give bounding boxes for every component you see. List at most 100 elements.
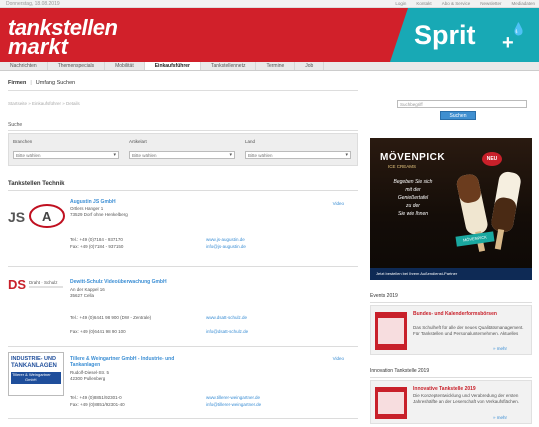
breadcrumb[interactable]: Startseite » Einkaufsführer » Details <box>8 101 80 106</box>
main-nav: Nachrichten Themenspecials Mobilität Ein… <box>0 62 539 71</box>
list-title: Tankstellen Technik <box>8 181 65 187</box>
filter-panel: Branchen Artikelart Land Bitte wählen ▾ B… <box>8 133 358 166</box>
nav-item-themenspecials[interactable]: Themenspecials <box>48 62 106 70</box>
events-card-title[interactable]: Bundes- und Kalenderformsbörsen <box>413 311 525 317</box>
filter-select-branchen-value: Bitte wählen <box>16 153 41 158</box>
events-thumbnail <box>375 312 407 350</box>
company-fax: Fax: +49 (0)6441 98 90 100 <box>70 329 126 334</box>
company-name[interactable]: Dewitt-Schulz Videoüberwachung GmbH <box>70 279 167 285</box>
subnav-firmen[interactable]: Firmen <box>8 80 26 86</box>
innovation-card-title[interactable]: Innovative Tankstelle 2019 <box>413 386 525 392</box>
company-tel: Tel.: +49 (0)8851/92301-0 <box>70 395 122 400</box>
list-item: DS Draht · Schulz Dewitt-Schulz Videoübe… <box>8 270 358 346</box>
sidebar-card-events[interactable]: Bundes- und Kalenderformsbörsen Das Schu… <box>370 305 532 355</box>
nav-item-tankstellennetz[interactable]: Tankstellennetz <box>201 62 257 70</box>
page: Donnerstag, 18.08.2019 Login Kontakt Abo… <box>0 0 539 427</box>
current-date: Donnerstag, 18.08.2019 <box>6 1 60 7</box>
company-fax: Fax: +49 (0)7184 - 937150 <box>70 244 124 249</box>
list-item: INDUSTRIE- UND TANKANLAGEN Tillerer & We… <box>8 350 358 420</box>
top-link-login[interactable]: Login <box>395 1 406 6</box>
header-banner: tankstellen markt Sprit + 💧 <box>0 8 539 62</box>
company-city: 35627 Cella <box>70 293 95 298</box>
top-link-kontakt[interactable]: Kontakt <box>416 1 431 6</box>
ad-brand: MÖVENPICK <box>380 152 446 163</box>
top-link-abo[interactable]: Abo & Service <box>442 1 471 6</box>
company-web-link[interactable]: www.dsatt-schulz.de <box>206 314 247 321</box>
filter-label-artikelart: Artikelart <box>129 139 147 144</box>
company-tel: Tel.: +49 (0)7184 - 937170 <box>70 237 123 242</box>
subnav-separator: | <box>30 80 32 86</box>
events-more-link[interactable]: » mehr <box>493 346 507 351</box>
filter-label-branchen: Branchen <box>13 139 33 144</box>
ad-tagline-1: Begeben Sie sich <box>393 179 433 185</box>
company-web-link[interactable]: www.js-augustin.de <box>206 236 245 243</box>
nav-item-termine[interactable]: Termine <box>256 62 296 70</box>
top-links: Login Kontakt Abo & Service Newsletter M… <box>395 1 535 6</box>
search-input[interactable]: Suchbegriff <box>397 100 527 108</box>
moevenpick-ad[interactable]: MÖVENPICK ICE CREAMS NEU Begeben Sie sic… <box>370 138 532 280</box>
company-logo[interactable]: DS Draht · Schulz <box>8 276 64 292</box>
top-link-mediadaten[interactable]: Mediadaten <box>511 1 535 6</box>
chevron-down-icon: ▾ <box>229 152 232 158</box>
events-card-desc: Das Schulheft für alle der neues Qualitä… <box>413 325 524 336</box>
subnav-umfang[interactable]: Umfang Suchen <box>36 80 75 86</box>
filter-select-artikelart[interactable]: Bitte wählen ▾ <box>129 151 235 159</box>
entry-divider <box>8 266 358 267</box>
ad-tagline-2: mit der <box>405 187 421 193</box>
events-thumbnail-inner <box>378 318 404 344</box>
logo-band: Tillerer & Weingartner GmbH <box>11 372 61 384</box>
filter-select-land-value: Bitte wählen <box>248 153 273 158</box>
svg-text:DS: DS <box>8 277 26 292</box>
company-mail-link[interactable]: info@tillerer-weingartner.de <box>206 401 261 408</box>
company-name[interactable]: Tillere & Weingartner GmbH - Industrie- … <box>70 356 200 368</box>
sub-nav: Firmen | Umfang Suchen <box>8 80 75 86</box>
chevron-down-icon: ▾ <box>113 152 116 158</box>
entry-divider <box>8 418 358 419</box>
logo-markt[interactable]: markt <box>8 36 68 58</box>
ice-cream-bars-icon <box>456 171 521 252</box>
logo-line-4: GmbH <box>25 377 37 382</box>
nav-item-job[interactable]: Job <box>295 62 325 70</box>
nav-item-einkaufsfuehrer[interactable]: Einkaufsführer <box>144 62 202 70</box>
ad-subbrand: ICE CREAMS <box>388 164 417 169</box>
filter-select-land[interactable]: Bitte wählen ▾ <box>245 151 351 159</box>
innovation-more-link[interactable]: » mehr <box>493 415 507 420</box>
company-name[interactable]: Augustin JS GmbH <box>70 199 116 205</box>
search-button[interactable]: Suchen <box>440 111 476 120</box>
sidebar-section-title-events: Events 2019 <box>370 293 398 299</box>
sidebar-divider <box>370 377 532 378</box>
svg-text:A: A <box>42 209 52 224</box>
svg-text:JS: JS <box>8 209 25 225</box>
nav-item-mobilitaet[interactable]: Mobilität <box>105 62 145 70</box>
company-logo[interactable]: JS A <box>8 202 66 232</box>
jsa-logo-icon: JS A <box>8 204 65 228</box>
top-bar: Donnerstag, 18.08.2019 Login Kontakt Abo… <box>0 0 539 8</box>
filter-label-land: Land <box>245 139 256 144</box>
company-logo[interactable]: INDUSTRIE- UND TANKANLAGEN Tillerer & We… <box>8 352 64 396</box>
sidebar-card-innovation[interactable]: Innovative Tankstelle 2019 Die Konzepten… <box>370 380 532 424</box>
innovation-card-desc: Die Konzeptentwicklung und Verabredung d… <box>413 393 520 404</box>
logo-line-2: TANKANLAGEN <box>11 363 57 369</box>
sidebar-divider <box>370 302 532 303</box>
ad-tagline-4: zu der <box>406 203 420 209</box>
ad-tagline-5: Sie wie Ihnen <box>397 211 429 217</box>
company-mail-link[interactable]: info@js-augustin.de <box>206 243 246 250</box>
company-web-link[interactable]: www.tillerer-weingartner.de <box>206 394 260 401</box>
list-item: JS A Augustin JS GmbH Ortlers Hanger 1 7… <box>8 196 358 266</box>
company-city: 73529 Dorf ohne Henkelberg <box>70 212 128 217</box>
video-link[interactable]: Video <box>333 356 344 361</box>
chevron-down-icon: ▾ <box>345 152 348 158</box>
nav-item-nachrichten[interactable]: Nachrichten <box>0 62 48 70</box>
filter-select-branchen[interactable]: Bitte wählen ▾ <box>13 151 119 159</box>
ad-tagline: Begeben Sie sich mit der Genießertafel z… <box>378 178 448 218</box>
sprit-logo[interactable]: Sprit <box>414 20 476 50</box>
innovation-thumbnail-inner <box>378 392 404 414</box>
list-divider <box>8 190 358 191</box>
logo-line-1: INDUSTRIE- UND <box>11 356 56 362</box>
company-fax: Fax: +49 (0)8851/92301-40 <box>70 402 125 407</box>
top-link-newsletter[interactable]: Newsletter <box>480 1 501 6</box>
ad-new-badge: NEU <box>482 152 502 166</box>
ad-footer-text: Jetzt bestellen bei Ihrem Außendienst-Pa… <box>376 271 458 276</box>
video-link[interactable]: Video <box>333 201 344 206</box>
company-mail-link[interactable]: info@dsatt-schulz.de <box>206 328 248 335</box>
